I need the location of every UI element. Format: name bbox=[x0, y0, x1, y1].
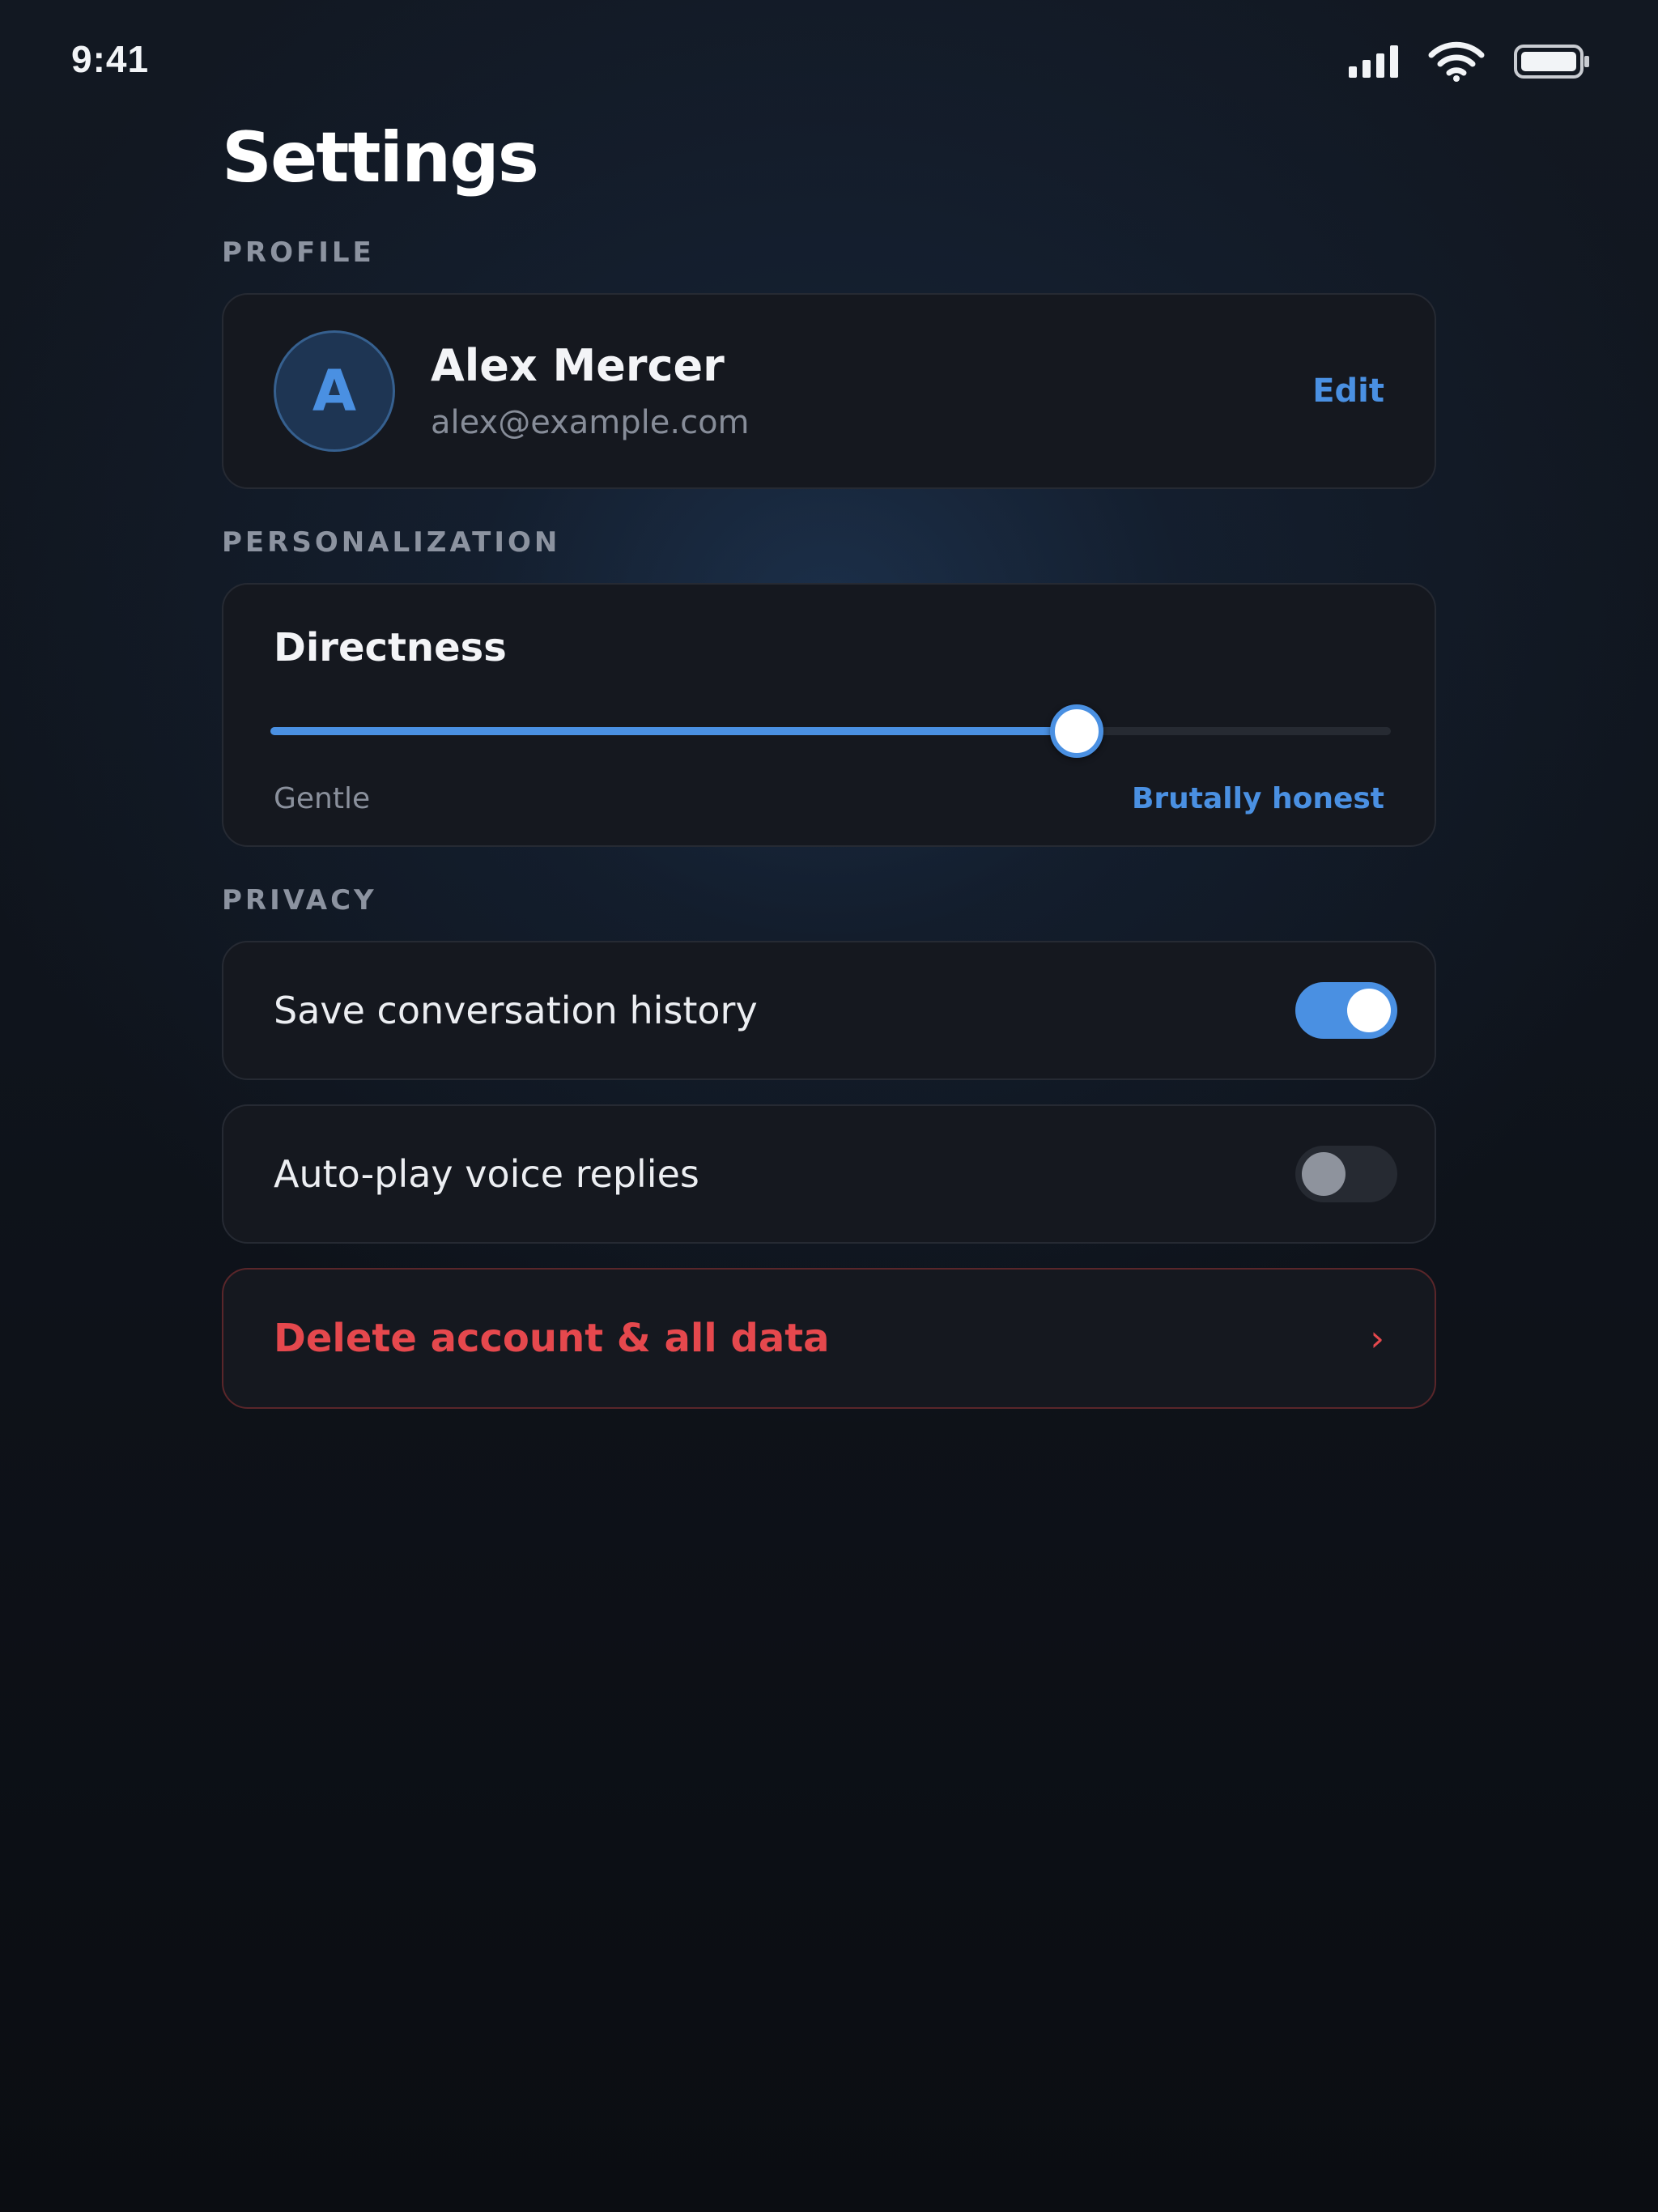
edit-profile-button[interactable]: Edit bbox=[1312, 372, 1384, 410]
status-time: 9:41 bbox=[71, 38, 150, 80]
page-title: Settings bbox=[222, 117, 539, 198]
slider-fill bbox=[270, 727, 1078, 735]
save-history-toggle[interactable] bbox=[1295, 982, 1397, 1039]
settings-page: Settings PROFILE A Alex Mercer alex@exam… bbox=[222, 113, 1436, 1409]
save-history-label: Save conversation history bbox=[274, 989, 758, 1032]
avatar: A bbox=[274, 330, 395, 452]
slider-min-label: Gentle bbox=[274, 782, 371, 815]
directness-card: Directness Gentle Brutally honest bbox=[222, 583, 1436, 847]
profile-name: Alex Mercer bbox=[431, 340, 725, 391]
delete-account-label: Delete account & all data bbox=[274, 1316, 830, 1361]
wifi-icon bbox=[1428, 41, 1485, 82]
autoplay-voice-toggle[interactable] bbox=[1295, 1146, 1397, 1202]
profile-card: A Alex Mercer alex@example.com Edit bbox=[222, 293, 1436, 489]
toggle-knob bbox=[1347, 989, 1391, 1032]
section-label-privacy: PRIVACY bbox=[222, 884, 377, 917]
profile-info: Alex Mercer alex@example.com bbox=[431, 339, 1312, 443]
battery-icon bbox=[1514, 45, 1589, 79]
section-label-personalization: PERSONALIZATION bbox=[222, 526, 561, 559]
slider-thumb[interactable] bbox=[1050, 704, 1104, 758]
save-history-row: Save conversation history bbox=[222, 941, 1436, 1080]
directness-title: Directness bbox=[274, 625, 507, 670]
autoplay-voice-label: Auto-play voice replies bbox=[274, 1152, 699, 1196]
toggle-knob bbox=[1302, 1152, 1346, 1196]
status-bar: 9:41 bbox=[0, 0, 1658, 121]
avatar-initial: A bbox=[312, 358, 357, 424]
slider-max-label: Brutally honest bbox=[1131, 782, 1384, 815]
profile-email: alex@example.com bbox=[431, 404, 750, 441]
section-label-profile: PROFILE bbox=[222, 236, 375, 269]
delete-account-button[interactable]: Delete account & all data › bbox=[222, 1268, 1436, 1409]
directness-slider[interactable] bbox=[270, 704, 1391, 758]
autoplay-voice-row: Auto-play voice replies bbox=[222, 1104, 1436, 1244]
chevron-right-icon: › bbox=[1370, 1317, 1384, 1359]
cellular-signal-icon bbox=[1349, 45, 1398, 78]
status-icons bbox=[1349, 40, 1590, 83]
